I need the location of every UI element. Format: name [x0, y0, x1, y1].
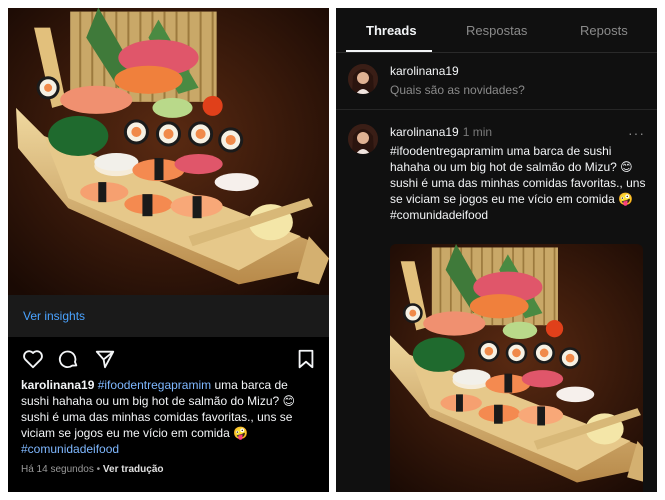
thread-photo[interactable] — [390, 244, 643, 492]
smile-emoji: 😊 — [282, 394, 296, 408]
post-meta: Há 14 segundos • Ver tradução — [21, 464, 164, 475]
zany-emoji: 🤪 — [233, 426, 249, 440]
insights-bar: Ver insights — [8, 295, 329, 337]
compose-input[interactable]: Quais são as novidades? — [390, 83, 525, 97]
tab-reposts[interactable]: Reposts — [580, 23, 628, 38]
smile-emoji: 😊 — [620, 160, 633, 174]
divider — [336, 109, 657, 110]
caption-hashtag[interactable]: #ifoodentregapramim — [98, 378, 211, 392]
share-icon[interactable] — [94, 348, 116, 370]
thread-text: #ifoodentregapramim uma barca de sushi h… — [390, 143, 646, 223]
threads-profile: Threads Respostas Reposts karolinana19 Q… — [336, 8, 657, 492]
compose-username: karolinana19 — [390, 64, 459, 78]
post-avatar[interactable] — [348, 124, 378, 154]
caption-text-continued: sushi é uma das minhas comidas favoritas… — [21, 410, 293, 440]
post-username[interactable]: karolinana19 — [390, 125, 459, 139]
post-timestamp: Há 14 segundos — [21, 464, 94, 475]
meta-separator: • — [96, 464, 101, 475]
post-photo[interactable] — [8, 8, 329, 295]
heart-icon[interactable] — [22, 348, 44, 370]
comment-icon[interactable] — [58, 348, 80, 370]
bookmark-icon[interactable] — [295, 348, 317, 370]
caption-username[interactable]: karolinana19 — [21, 378, 94, 392]
view-insights-link[interactable]: Ver insights — [23, 309, 85, 323]
instagram-post: Ver insights karolinana19 #ifoodentregap… — [8, 8, 329, 492]
tab-threads[interactable]: Threads — [366, 23, 417, 38]
thread-hashtag-end[interactable]: #comunidadeifood — [390, 208, 488, 222]
post-time: 1 min — [462, 125, 493, 139]
thread-text-2: sushi é uma das minhas comidas favoritas… — [390, 176, 646, 206]
post-caption: karolinana19 #ifoodentregapramim uma bar… — [21, 377, 317, 457]
post-actions — [8, 340, 329, 374]
see-translation-link[interactable]: Ver tradução — [103, 464, 164, 475]
active-tab-indicator — [346, 50, 432, 52]
tab-replies[interactable]: Respostas — [466, 23, 527, 38]
profile-tabs: Threads Respostas Reposts — [336, 8, 657, 53]
caption-hashtag-end[interactable]: #comunidadeifood — [21, 442, 119, 456]
more-options-icon[interactable]: ··· — [628, 125, 645, 141]
post-header: karolinana19 1 min — [390, 125, 492, 139]
thread-hashtag[interactable]: #ifoodentregapramim — [390, 144, 503, 158]
compose-avatar[interactable] — [348, 64, 378, 94]
zany-emoji: 🤪 — [618, 192, 634, 206]
